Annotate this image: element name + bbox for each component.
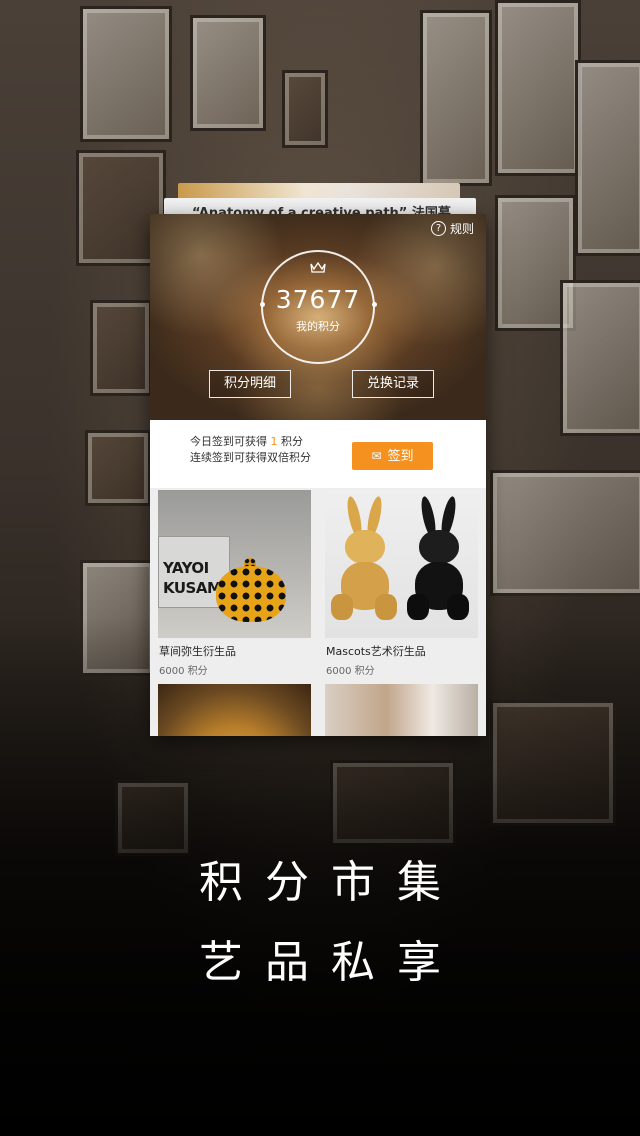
bunny-leg	[407, 594, 429, 620]
checkin-line-1-prefix: 今日签到可获得	[190, 435, 267, 448]
product-image	[325, 684, 478, 736]
background-frame	[495, 0, 581, 176]
bunny-leg	[331, 594, 353, 620]
product-name: 草间弥生衍生品	[159, 645, 236, 658]
bunny-leg	[375, 594, 397, 620]
product-name: Mascots艺术衍生品	[326, 645, 426, 658]
background-frame	[282, 70, 328, 148]
product-price: 6000 积分	[326, 666, 375, 677]
product-card[interactable]	[158, 684, 311, 736]
background-frame	[490, 470, 640, 596]
points-label: 我的积分	[296, 320, 340, 333]
points-header: ? 规则 37677 我的积分 积分明细 兑换记录	[150, 214, 486, 420]
product-image-kusama: YAYOI KUSAMA	[158, 490, 311, 638]
background-frame	[190, 15, 266, 131]
product-grid: YAYOI KUSAMA 草间弥生衍生品 6000 积分 Mascots艺术衍生…	[150, 488, 486, 736]
checkin-line-1-suffix: 积分	[281, 435, 303, 448]
slogan-line-2: 艺品私享	[199, 937, 463, 988]
bunny-leg	[447, 594, 469, 620]
points-detail-button[interactable]: 积分明细	[209, 370, 291, 398]
checkin-points-highlight: 1	[270, 435, 278, 448]
checkin-button-label: 签到	[387, 449, 414, 464]
checkin-line-2: 连续签到可获得双倍积分	[190, 451, 311, 464]
calendar-icon: ✉	[371, 449, 382, 463]
bunny-head	[345, 530, 385, 564]
background-frame	[80, 6, 172, 142]
gold-bunny	[329, 490, 401, 638]
rules-label: 规则	[449, 222, 474, 236]
background-frame	[560, 280, 640, 436]
help-circle-icon: ?	[430, 221, 446, 236]
checkin-info: 今日签到可获得 1 积分 连续签到可获得双倍积分	[190, 434, 311, 466]
exchange-record-button[interactable]: 兑换记录	[352, 370, 434, 398]
product-image-mascots	[325, 490, 478, 638]
product-card[interactable]	[325, 684, 478, 736]
product-image	[158, 684, 311, 736]
points-value: 37677	[275, 285, 361, 314]
checkin-line-1: 今日签到可获得 1 积分	[190, 434, 311, 450]
bunny-head	[419, 530, 459, 564]
background-frame	[420, 10, 492, 186]
checkin-section: 今日签到可获得 1 积分 连续签到可获得双倍积分 ✉ 签到	[150, 420, 486, 488]
crown-icon	[310, 262, 326, 273]
background-frame	[85, 430, 151, 506]
pumpkin-sculpture	[216, 566, 286, 622]
background-frame	[575, 60, 640, 256]
background-frame	[90, 300, 152, 396]
product-card[interactable]: Mascots艺术衍生品 6000 积分	[325, 490, 478, 677]
points-circle: 37677 我的积分	[259, 250, 377, 364]
product-price: 6000 积分	[159, 666, 208, 677]
kusama-box-text-1: YAYOI	[163, 559, 209, 577]
slogan-line-1: 积分市集	[199, 857, 463, 908]
black-bunny	[403, 490, 475, 638]
points-card: ? 规则 37677 我的积分 积分明细 兑换记录 今日签到可获得 1 积分 连…	[150, 214, 486, 736]
product-card[interactable]: YAYOI KUSAMA 草间弥生衍生品 6000 积分	[158, 490, 311, 677]
checkin-button[interactable]: ✉ 签到	[352, 442, 433, 470]
rules-link[interactable]: ? 规则	[430, 220, 474, 237]
